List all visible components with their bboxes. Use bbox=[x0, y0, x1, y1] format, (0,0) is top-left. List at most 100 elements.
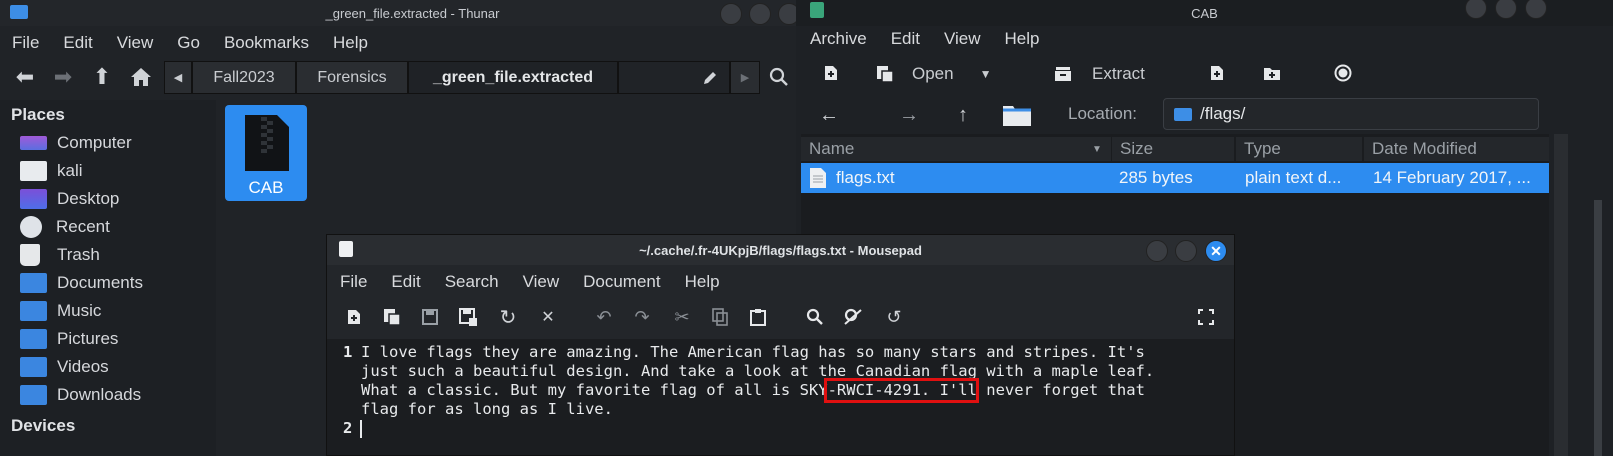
up-arrow-icon[interactable]: ↑ bbox=[952, 104, 974, 126]
minimize-button[interactable] bbox=[720, 3, 742, 25]
breadcrumb-fall2023[interactable]: Fall2023 bbox=[192, 61, 296, 94]
open-button[interactable]: Open ▼ bbox=[876, 62, 991, 86]
menu-archive[interactable]: Archive bbox=[798, 29, 879, 49]
sidebar-item-music[interactable]: Music bbox=[20, 298, 101, 324]
cell-name: flags.txt bbox=[836, 168, 895, 187]
breadcrumb-green-file-extracted[interactable]: _green_file.extracted bbox=[408, 61, 618, 94]
menu-edit[interactable]: Edit bbox=[379, 272, 432, 292]
menu-edit[interactable]: Edit bbox=[879, 29, 932, 49]
menu-file[interactable]: File bbox=[0, 33, 51, 53]
forward-arrow-icon[interactable]: ➡ bbox=[50, 64, 76, 90]
chevron-down-icon[interactable]: ▼ bbox=[980, 67, 992, 81]
close-document-icon[interactable]: ✕ bbox=[537, 306, 559, 328]
maximize-button[interactable] bbox=[749, 3, 771, 25]
menubar: File Edit View Go Bookmarks Help bbox=[0, 30, 825, 56]
column-header-name[interactable]: Name ▼ bbox=[801, 137, 1111, 161]
back-arrow-icon[interactable]: ← bbox=[818, 104, 840, 126]
sidebar-item-videos[interactable]: Videos bbox=[20, 354, 109, 380]
cut-icon[interactable]: ✂ bbox=[671, 306, 693, 328]
file-item-cab[interactable]: CAB bbox=[225, 105, 307, 201]
extract-button[interactable]: Extract bbox=[1054, 62, 1145, 86]
home-folder-icon bbox=[20, 161, 47, 181]
new-document-icon[interactable] bbox=[345, 308, 363, 326]
menu-help[interactable]: Help bbox=[321, 33, 380, 53]
home-icon[interactable] bbox=[128, 64, 154, 90]
sidebar-item-desktop[interactable]: Desktop bbox=[20, 186, 119, 212]
close-icon: ✕ bbox=[1210, 242, 1222, 259]
outer-scrollbar[interactable] bbox=[1594, 200, 1602, 456]
menu-view[interactable]: View bbox=[105, 33, 166, 53]
menu-help[interactable]: Help bbox=[673, 272, 732, 292]
column-label: Size bbox=[1120, 139, 1154, 158]
mousepad-titlebar[interactable]: ~/.cache/.fr-4UKpjB/flags/flags.txt - Mo… bbox=[327, 235, 1234, 265]
menu-file[interactable]: File bbox=[328, 272, 379, 292]
column-header-type[interactable]: Type bbox=[1236, 137, 1362, 161]
menu-search[interactable]: Search bbox=[433, 272, 511, 292]
sidebar-item-trash[interactable]: Trash bbox=[20, 242, 100, 268]
menu-edit[interactable]: Edit bbox=[51, 33, 104, 53]
new-archive-icon[interactable] bbox=[823, 65, 839, 81]
reload-icon[interactable]: ↻ bbox=[497, 306, 519, 329]
sidebar-item-computer[interactable]: Computer bbox=[20, 130, 132, 156]
back-arrow-icon[interactable]: ⬅ bbox=[12, 64, 38, 90]
search-icon[interactable] bbox=[766, 64, 792, 90]
thunar-titlebar[interactable]: _green_file.extracted - Thunar bbox=[0, 0, 825, 26]
text-segment: What a classic. But my favorite flag of … bbox=[361, 381, 800, 399]
add-folder-icon[interactable] bbox=[1262, 65, 1282, 81]
cab-titlebar[interactable]: CAB bbox=[796, 0, 1613, 26]
location-field[interactable]: /flags/ bbox=[1163, 98, 1539, 130]
find-replace-icon[interactable] bbox=[843, 307, 863, 327]
sort-chevron-icon: ▼ bbox=[1092, 143, 1102, 155]
scrollbar[interactable] bbox=[1554, 134, 1568, 456]
menu-document[interactable]: Document bbox=[571, 272, 672, 292]
minimize-button[interactable] bbox=[1146, 240, 1168, 262]
location-value: /flags/ bbox=[1200, 104, 1246, 123]
sidebar-item-downloads[interactable]: Downloads bbox=[20, 382, 141, 408]
forward-arrow-icon[interactable]: → bbox=[898, 104, 920, 126]
add-files-icon[interactable] bbox=[1209, 65, 1225, 81]
save-icon[interactable] bbox=[421, 308, 439, 326]
column-label: Type bbox=[1244, 139, 1281, 158]
extract-label: Extract bbox=[1092, 64, 1145, 83]
text-cursor bbox=[360, 420, 362, 438]
text-file-icon bbox=[809, 167, 827, 189]
sidebar-item-pictures[interactable]: Pictures bbox=[20, 326, 118, 352]
sidebar-item-documents[interactable]: Documents bbox=[20, 270, 143, 296]
devices-header: Devices bbox=[11, 416, 76, 435]
sidebar-item-kali[interactable]: kali bbox=[20, 158, 83, 184]
up-arrow-icon[interactable]: ⬆ bbox=[89, 64, 115, 90]
places-header: Places bbox=[11, 105, 65, 124]
save-as-icon[interactable] bbox=[459, 308, 477, 326]
search-icon[interactable] bbox=[805, 307, 825, 327]
text-editor[interactable]: 1 2 I love flags they are amazing. The A… bbox=[327, 339, 1234, 455]
undo-icon[interactable]: ↶ bbox=[593, 306, 615, 328]
menu-view[interactable]: View bbox=[932, 29, 993, 49]
column-header-size[interactable]: Size bbox=[1112, 137, 1234, 161]
sidebar-item-recent[interactable]: Recent bbox=[20, 214, 110, 240]
sidebar-item-label: Computer bbox=[57, 133, 132, 152]
breadcrumb-scroll-left[interactable]: ◀ bbox=[164, 61, 192, 94]
column-header-date-modified[interactable]: Date Modified bbox=[1364, 137, 1549, 161]
open-file-icon[interactable] bbox=[383, 308, 401, 326]
menu-view[interactable]: View bbox=[511, 272, 572, 292]
menu-go[interactable]: Go bbox=[165, 33, 212, 53]
folder-icon[interactable] bbox=[1002, 103, 1032, 127]
maximize-button[interactable] bbox=[1175, 240, 1197, 262]
redo-icon[interactable]: ↷ bbox=[631, 306, 653, 328]
stop-icon[interactable] bbox=[1334, 64, 1352, 82]
menu-help[interactable]: Help bbox=[993, 29, 1052, 49]
goto-line-icon[interactable]: ↺ bbox=[883, 306, 905, 328]
breadcrumb-scroll-right[interactable]: ▶ bbox=[730, 61, 760, 94]
menu-bookmarks[interactable]: Bookmarks bbox=[212, 33, 321, 53]
sidebar: Places Computer kali Desktop Recent Tras… bbox=[0, 100, 216, 456]
copy-icon[interactable] bbox=[711, 308, 729, 326]
paste-icon[interactable] bbox=[749, 308, 767, 326]
recent-icon bbox=[20, 216, 42, 238]
window-title: ~/.cache/.fr-4UKpjB/flags/flags.txt - Mo… bbox=[639, 242, 922, 258]
window-title: _green_file.extracted - Thunar bbox=[325, 5, 500, 21]
cell-type: plain text d... bbox=[1245, 168, 1342, 187]
breadcrumb-forensics[interactable]: Forensics bbox=[296, 61, 408, 94]
close-button[interactable]: ✕ bbox=[1205, 240, 1227, 262]
edit-location-icon[interactable] bbox=[700, 68, 720, 88]
fullscreen-icon[interactable] bbox=[1196, 307, 1216, 327]
